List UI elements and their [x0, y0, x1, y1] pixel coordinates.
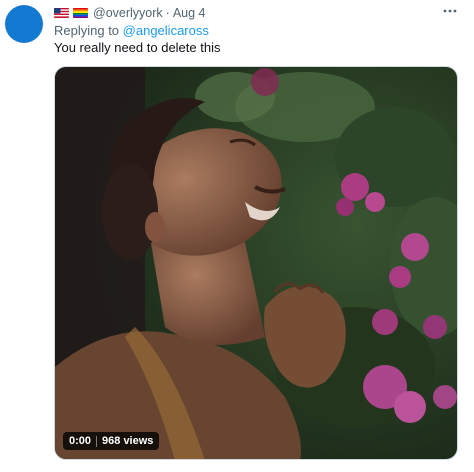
- video-time: 0:00: [69, 435, 92, 447]
- flag-rainbow-icon: [73, 8, 88, 18]
- tweet-text: You really need to delete this: [54, 40, 221, 55]
- user-handle[interactable]: @overlyyork: [93, 6, 163, 20]
- flag-us-icon: [54, 8, 69, 18]
- more-horizontal-icon: [443, 9, 457, 13]
- video-player[interactable]: 0:00 968 views: [54, 66, 458, 460]
- reply-mention-link[interactable]: @angelicaross: [123, 23, 209, 38]
- badge-divider: [96, 435, 98, 447]
- video-stats-badge: 0:00 968 views: [63, 432, 160, 450]
- reply-context: Replying to @angelicaross: [54, 23, 209, 38]
- tweet-header: @overlyyork · Aug 4: [54, 5, 206, 21]
- tweet: @overlyyork · Aug 4 Replying to @angelic…: [0, 0, 474, 472]
- video-views: 968 views: [102, 435, 154, 447]
- avatar[interactable]: [5, 5, 43, 43]
- video-thumbnail: [55, 67, 457, 459]
- more-options-button[interactable]: [440, 2, 460, 20]
- tweet-date[interactable]: Aug 4: [173, 6, 206, 20]
- header-separator: ·: [165, 6, 170, 20]
- reply-prefix: Replying to: [54, 23, 120, 38]
